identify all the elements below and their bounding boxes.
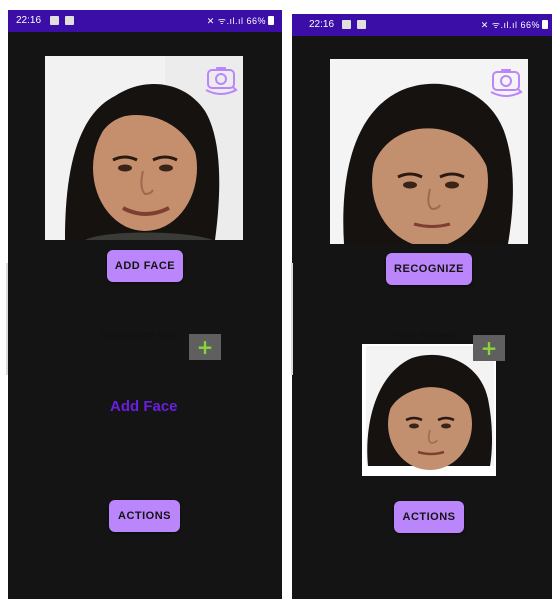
actions-button[interactable]: ACTIONS [109, 500, 180, 532]
plus-icon: + [196, 335, 214, 359]
plus-icon: + [480, 336, 498, 360]
window-edge-handle [6, 263, 8, 375]
status-right-text: ✕ ᯤ.ıl.ıl 66% [206, 16, 266, 26]
actions-button[interactable]: ACTIONS [394, 501, 464, 533]
recognized-face-label: Recognized Face [101, 330, 179, 341]
phone-screen-add-face: 22:16 ✕ ᯤ.ıl.ıl 66% ADD FACE Recognized … [8, 10, 282, 599]
add-face-plus-button[interactable]: + [189, 334, 221, 360]
recognize-button[interactable]: RECOGNIZE [386, 253, 472, 285]
status-time: 22:16 [16, 15, 42, 26]
battery-icon [268, 16, 274, 25]
gallery-notification-icon [342, 20, 351, 29]
camera-flip-icon[interactable] [488, 64, 524, 100]
mail-notification-icon [357, 20, 366, 29]
camera-preview[interactable] [330, 59, 528, 244]
window-edge-handle [291, 263, 293, 375]
status-bar: 22:16 ✕ ᯤ.ıl.ıl 66% [292, 14, 552, 36]
status-bar: 22:16 ✕ ᯤ.ıl.ıl 66% [8, 10, 282, 32]
add-face-text[interactable]: Add Face [110, 398, 178, 415]
gallery-notification-icon [50, 16, 59, 25]
battery-icon [542, 20, 548, 29]
status-icons: ✕ ᯤ.ıl.ıl 66% [481, 14, 548, 36]
mail-notification-icon [65, 16, 74, 25]
status-time: 22:16 [309, 19, 335, 30]
add-face-button[interactable]: ADD FACE [107, 250, 183, 282]
add-face-plus-button[interactable]: + [473, 335, 505, 361]
camera-flip-icon[interactable] [203, 62, 239, 98]
phone-screen-recognize: 22:16 ✕ ᯤ.ıl.ıl 66% RECOGNIZE Face Previ… [292, 14, 552, 599]
preview-face-image [362, 344, 496, 476]
camera-preview[interactable] [45, 56, 243, 240]
status-right-text: ✕ ᯤ.ıl.ıl 66% [480, 20, 540, 30]
status-icons: ✕ ᯤ.ıl.ıl 66% [207, 10, 274, 32]
face-preview-label: Face Preview [393, 331, 454, 342]
face-preview-image [362, 344, 496, 476]
